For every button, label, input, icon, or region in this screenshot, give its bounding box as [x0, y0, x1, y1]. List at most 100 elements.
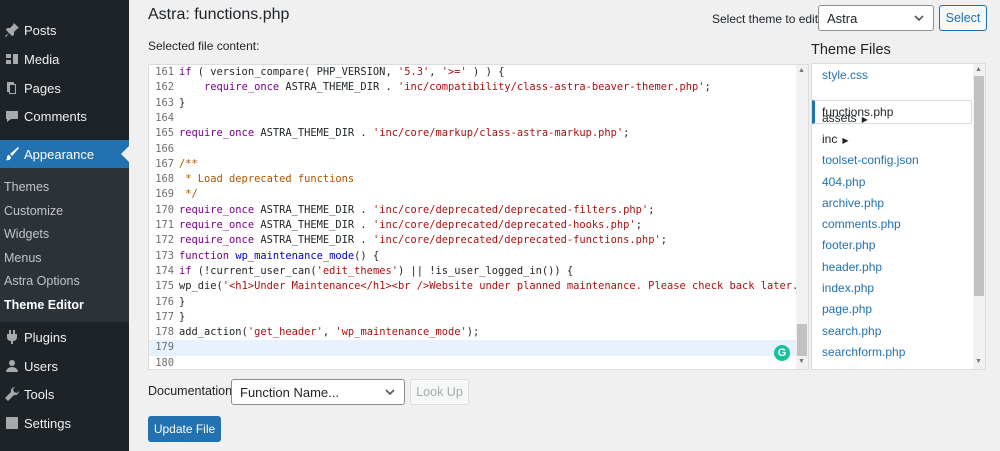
file-item[interactable]: header.php: [822, 260, 882, 274]
code-line[interactable]: 180: [149, 356, 797, 369]
theme-select-value: Astra: [827, 10, 858, 26]
submenu-customize[interactable]: Customize: [4, 204, 63, 218]
menu-plugins[interactable]: Plugins: [0, 323, 129, 351]
menu-label: Appearance: [24, 146, 95, 162]
grammarly-icon[interactable]: G: [774, 345, 790, 361]
code-line[interactable]: 162 require_once ASTRA_THEME_DIR . 'inc/…: [149, 80, 797, 95]
line-number: 170: [155, 203, 174, 216]
menu-posts[interactable]: Posts: [0, 16, 129, 44]
file-item[interactable]: index.php: [822, 281, 874, 295]
selected-file-label: Selected file content:: [148, 39, 260, 53]
code-line[interactable]: 170 require_once ASTRA_THEME_DIR . 'inc/c…: [149, 203, 797, 218]
file-item[interactable]: search.php: [822, 324, 881, 338]
expand-arrow-icon[interactable]: ▶: [862, 115, 868, 124]
line-number: 162: [155, 81, 174, 94]
menu-media[interactable]: Media: [0, 45, 129, 73]
code-line[interactable]: 179: [149, 340, 797, 356]
menu-label: Posts: [24, 22, 57, 38]
code-line[interactable]: 177}: [149, 310, 797, 325]
code-line[interactable]: 176}: [149, 295, 797, 310]
line-number: 173: [155, 249, 174, 262]
code-line[interactable]: 171 require_once ASTRA_THEME_DIR . 'inc/c…: [149, 218, 797, 233]
line-number: 163: [155, 96, 174, 109]
line-code: if ( version_compare( PHP_VERSION, '5.3'…: [179, 66, 505, 78]
line-code: wp_die('<h1>Under Maintenance</h1><br />…: [179, 280, 799, 293]
menu-appearance[interactable]: Appearance: [0, 140, 129, 168]
file-item[interactable]: toolset-config.json: [822, 153, 919, 167]
code-line[interactable]: 178 add_action('get_header', 'wp_maintena…: [149, 325, 797, 340]
code-line[interactable]: 175 wp_die('<h1>Under Maintenance</h1><br…: [149, 279, 799, 294]
file-name: header.php: [822, 259, 883, 274]
file-item[interactable]: style.css: [822, 68, 868, 82]
code-line[interactable]: 172 require_once ASTRA_THEME_DIR . 'inc/c…: [149, 233, 797, 248]
file-name: comments.php: [822, 217, 901, 232]
code-line[interactable]: 164: [149, 111, 797, 126]
line-number: 179: [155, 341, 174, 354]
code-line[interactable]: 166: [149, 142, 797, 157]
file-item[interactable]: comments.php: [822, 217, 901, 231]
editor-scroll-thumb[interactable]: [797, 324, 807, 356]
scroll-down-icon[interactable]: ▼: [798, 358, 805, 365]
submenu-theme-editor[interactable]: Theme Editor: [4, 298, 84, 312]
file-item[interactable]: footer.php: [822, 238, 875, 252]
folder-item[interactable]: inc ▶: [822, 132, 849, 146]
file-name: archive.php: [822, 195, 885, 210]
line-number: 175: [155, 280, 174, 293]
scroll-up-icon[interactable]: ▲: [798, 67, 805, 74]
documentation-select[interactable]: Function Name...: [231, 379, 405, 405]
plugin-icon: [0, 329, 24, 345]
file-item[interactable]: 404.php: [822, 175, 865, 189]
file-name: inc: [822, 131, 838, 146]
line-code: function wp_maintenance_mode() {: [179, 249, 380, 262]
code-line[interactable]: 165 require_once ASTRA_THEME_DIR . 'inc/c…: [149, 126, 797, 141]
file-item[interactable]: archive.php: [822, 196, 884, 210]
menu-pages[interactable]: Pages: [0, 74, 129, 102]
settings-icon: [0, 415, 24, 431]
menu-comments[interactable]: Comments: [0, 102, 129, 130]
submenu-menus[interactable]: Menus: [4, 251, 42, 265]
scroll-down-icon[interactable]: ▼: [975, 358, 982, 365]
chevron-down-icon: [913, 12, 925, 27]
menu-settings[interactable]: Settings: [0, 409, 129, 437]
line-number: 161: [155, 66, 174, 78]
media-icon: [0, 51, 24, 67]
line-number: 169: [155, 188, 174, 201]
line-number: 164: [155, 111, 174, 124]
lookup-button[interactable]: Look Up: [410, 379, 469, 405]
code-line[interactable]: 167 /**: [149, 157, 797, 172]
line-code: }: [179, 310, 186, 323]
scroll-up-icon[interactable]: ▲: [975, 66, 982, 73]
code-line[interactable]: 173 function wp_maintenance_mode() {: [149, 249, 797, 264]
submenu-widgets[interactable]: Widgets: [4, 227, 49, 241]
line-number: 172: [155, 234, 174, 247]
files-scrollbar[interactable]: ▲ ▼: [973, 64, 985, 369]
line-number: 176: [155, 295, 174, 308]
theme-select[interactable]: Astra: [818, 5, 934, 31]
code-editor[interactable]: 161 if ( version_compare( PHP_VERSION, '5…: [148, 64, 809, 370]
expand-arrow-icon[interactable]: ▶: [842, 136, 848, 145]
submenu-astra-options[interactable]: Astra Options: [4, 274, 80, 288]
line-code: require_once ASTRA_THEME_DIR . 'inc/core…: [179, 127, 630, 140]
code-line[interactable]: 161 if ( version_compare( PHP_VERSION, '5…: [149, 65, 797, 80]
code-line[interactable]: 169 */: [149, 187, 797, 202]
select-theme-button[interactable]: Select: [939, 5, 987, 31]
update-file-button[interactable]: Update File: [148, 416, 221, 442]
menu-users[interactable]: Users: [0, 352, 129, 380]
line-code: require_once ASTRA_THEME_DIR . 'inc/comp…: [204, 81, 711, 94]
folder-item[interactable]: assets ▶: [822, 111, 868, 125]
submenu-themes[interactable]: Themes: [4, 180, 49, 194]
editor-scrollbar[interactable]: ▲ ▼: [796, 65, 808, 369]
menu-tools[interactable]: Tools: [0, 380, 129, 408]
file-name: 404.php: [822, 174, 866, 189]
file-name: searchform.php: [822, 344, 906, 359]
code-line[interactable]: 163}: [149, 96, 797, 111]
file-name: page.php: [822, 302, 873, 317]
documentation-label: Documentation:: [148, 384, 236, 398]
line-code: require_once ASTRA_THEME_DIR . 'inc/core…: [179, 234, 667, 247]
file-item[interactable]: page.php: [822, 302, 872, 316]
file-item[interactable]: searchform.php: [822, 345, 905, 359]
code-line[interactable]: 174 if (!current_user_can('edit_themes') …: [149, 264, 797, 279]
line-code: add_action('get_header', 'wp_maintenance…: [179, 326, 480, 339]
code-line[interactable]: 168 * Load deprecated functions: [149, 172, 797, 187]
files-scroll-thumb[interactable]: [974, 76, 984, 296]
